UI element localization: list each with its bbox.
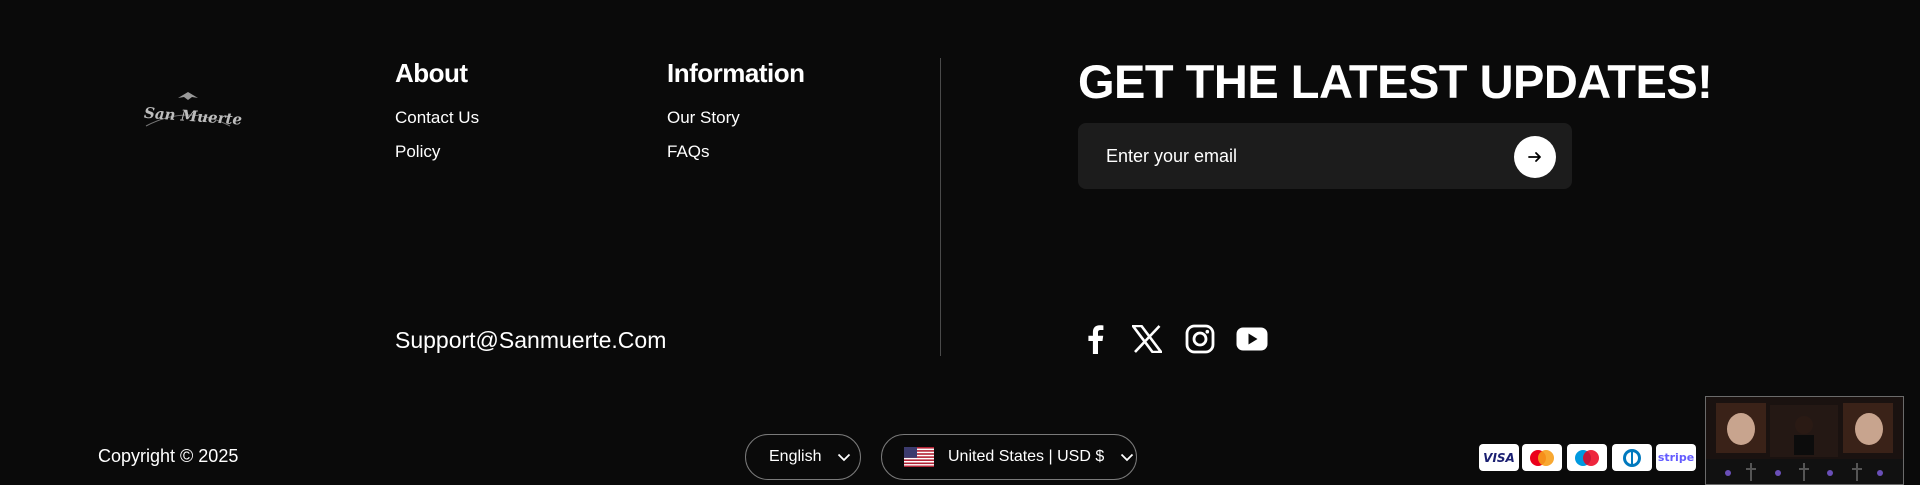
contact-us-link[interactable]: Contact Us — [395, 108, 479, 128]
mastercard-icon — [1522, 444, 1562, 471]
subscribe-button[interactable] — [1514, 136, 1556, 178]
instagram-icon[interactable] — [1183, 322, 1217, 356]
stripe-label: stripe — [1657, 451, 1695, 464]
currency-selector[interactable]: United States | USD $ — [881, 434, 1137, 480]
our-story-link[interactable]: Our Story — [667, 108, 740, 128]
arrow-right-icon — [1527, 149, 1543, 165]
policy-link[interactable]: Policy — [395, 142, 440, 162]
video-thumbnail[interactable] — [1705, 396, 1904, 485]
newsletter-headline: GET THE LATEST UPDATES! — [1078, 55, 1713, 108]
about-title: About — [395, 58, 468, 88]
support-email-link[interactable]: Support@Sanmuerte.Com — [395, 327, 666, 354]
visa-label: VISA — [1483, 450, 1515, 465]
youtube-icon[interactable] — [1235, 322, 1269, 356]
newsletter-form — [1078, 123, 1572, 189]
faqs-link[interactable]: FAQs — [667, 142, 710, 162]
diners-club-icon — [1612, 444, 1652, 471]
maestro-icon — [1567, 444, 1607, 471]
chevron-down-icon — [837, 453, 851, 462]
email-input[interactable] — [1106, 123, 1486, 189]
facebook-icon[interactable] — [1078, 322, 1112, 356]
copyright-text: Copyright © 2025 — [98, 446, 239, 466]
us-flag-icon — [904, 447, 934, 467]
vertical-divider — [940, 58, 941, 356]
currency-label: United States | USD $ — [948, 448, 1105, 465]
visa-icon: VISA — [1479, 444, 1519, 471]
language-selector[interactable]: English — [745, 434, 861, 480]
language-label: English — [769, 448, 822, 465]
brand-logo[interactable]: San Muerte — [140, 88, 243, 134]
information-title: Information — [667, 58, 805, 88]
x-icon[interactable] — [1130, 322, 1164, 356]
chevron-down-icon — [1120, 453, 1134, 462]
stripe-icon: stripe — [1656, 444, 1696, 471]
